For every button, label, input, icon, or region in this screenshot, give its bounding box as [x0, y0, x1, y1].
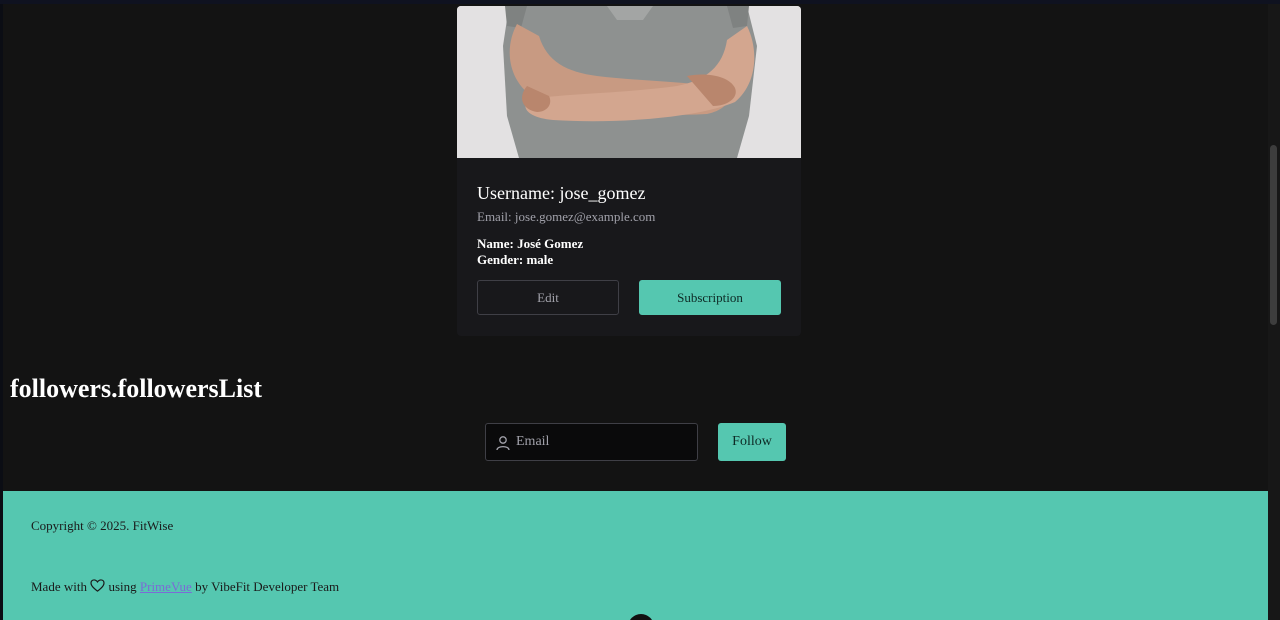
- profile-photo-image: [457, 6, 801, 158]
- profile-gender: Gender: male: [477, 252, 554, 267]
- footer: Copyright © 2025. FitWise Made with usin…: [3, 491, 1268, 620]
- followers-list-title: followers.followersList: [10, 374, 263, 403]
- by-team-text: by VibeFit Developer Team: [195, 579, 340, 594]
- profile-card: Username: jose_gomez Email: jose.gomez@e…: [457, 6, 801, 336]
- primevue-link[interactable]: PrimeVue: [140, 579, 192, 594]
- profile-photo: [457, 6, 801, 158]
- profile-username: Username: jose_gomez: [477, 183, 646, 203]
- email-field-wrapper: [485, 423, 698, 461]
- profile-name: Name: José Gomez: [477, 236, 584, 251]
- made-with-text: Made with: [31, 579, 87, 594]
- floating-action-button[interactable]: [628, 614, 654, 620]
- subscription-button[interactable]: Subscription: [639, 280, 781, 315]
- scrollbar-thumb[interactable]: [1270, 145, 1277, 325]
- profile-email: Email: jose.gomez@example.com: [477, 209, 656, 224]
- profile-info: Username: jose_gomez Email: jose.gomez@e…: [477, 182, 781, 268]
- user-icon: [496, 436, 510, 451]
- follow-button[interactable]: Follow: [718, 423, 786, 461]
- email-input[interactable]: [516, 424, 694, 460]
- page-content: Username: jose_gomez Email: jose.gomez@e…: [3, 4, 1268, 620]
- using-text: using: [108, 579, 137, 594]
- heart-icon: [90, 579, 105, 592]
- profile-details: Name: José Gomez Gender: male: [477, 236, 781, 268]
- footer-copyright: Copyright © 2025. FitWise: [31, 518, 174, 533]
- edit-button[interactable]: Edit: [477, 280, 619, 315]
- profile-actions: Edit Subscription: [477, 280, 781, 315]
- footer-credits: Made with using PrimeVue by VibeFit Deve…: [31, 579, 339, 595]
